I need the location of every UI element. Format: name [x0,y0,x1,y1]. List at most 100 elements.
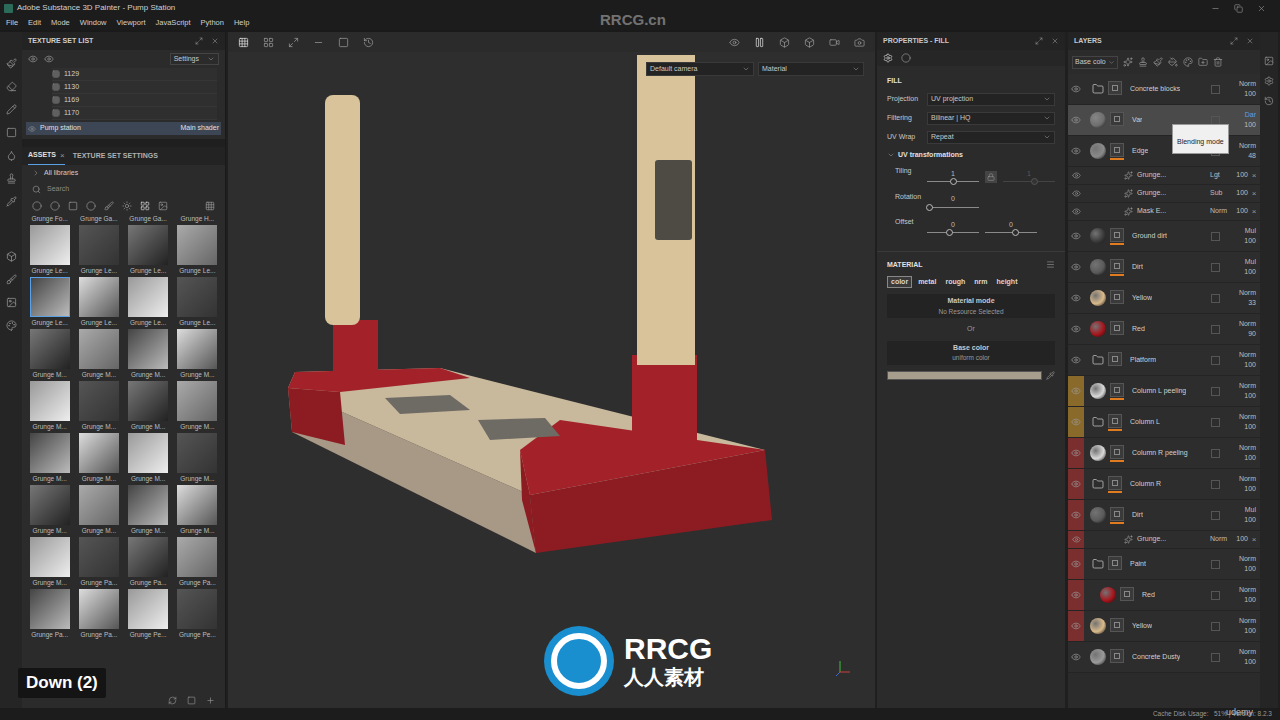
close-icon[interactable] [211,37,219,45]
mask-thumbnail[interactable] [1110,143,1124,157]
asset-item[interactable]: Grunge M... [127,433,170,485]
split-icon[interactable] [263,37,274,48]
hide-icon[interactable] [729,37,740,48]
layer-folder[interactable]: Concrete blocksNorm100 [1068,74,1260,105]
frame-icon[interactable] [338,37,349,48]
layer-folder[interactable]: PaintNorm100 [1068,549,1260,580]
chevron-icon[interactable] [207,55,215,63]
mask-thumbnail[interactable] [1110,228,1124,242]
folder-icon[interactable] [1092,354,1104,366]
delete-icon[interactable] [1213,57,1223,67]
search-icon[interactable] [32,185,41,194]
mask-thumbnail[interactable] [1108,352,1122,366]
paint-layer-icon[interactable] [1153,57,1163,67]
fill-layer-icon[interactable] [1168,57,1178,67]
texture-set-icon[interactable] [1264,56,1274,66]
asset-item[interactable]: Grunge Pe... [127,589,170,641]
layer-row[interactable]: YellowNorm33 [1068,283,1260,314]
particle-filter-icon[interactable] [122,201,132,211]
filter-icon[interactable] [86,201,96,211]
menu-item[interactable]: Mode [51,17,70,28]
eye-icon[interactable] [1072,171,1081,180]
smudge-icon[interactable] [6,150,17,161]
asset-item[interactable]: Grunge M... [127,381,170,433]
layer-row[interactable]: DirtMul100 [1068,500,1260,531]
eye-icon[interactable] [1071,355,1081,365]
layer-row[interactable]: RedNorm90 [1068,314,1260,345]
video-icon[interactable] [829,37,840,48]
eye-icon[interactable] [1071,262,1081,272]
property-field[interactable]: ProjectionUV projection [887,93,1055,106]
grid-view-icon[interactable] [205,201,215,211]
asset-item[interactable]: Grunge Pa... [28,589,71,641]
symmetry-icon[interactable] [288,37,299,48]
settings-dropdown[interactable]: Settings [170,53,219,65]
camera-icon[interactable] [854,37,865,48]
mask-thumbnail[interactable] [1110,383,1124,397]
asset-item[interactable]: Grunge M... [176,485,219,537]
eye-icon[interactable] [1071,84,1081,94]
search-field[interactable]: Search [22,181,225,197]
collapse-icon[interactable] [887,151,895,159]
layer-row[interactable]: EdgeNorm48 [1068,136,1260,167]
view-cube-icon[interactable] [779,37,790,48]
eraser-icon[interactable] [6,81,17,92]
clone-icon[interactable] [6,173,17,184]
shader-icon[interactable] [6,320,17,331]
pause-icon[interactable] [754,37,765,48]
asset-item[interactable]: Grunge Le... [28,277,71,329]
environment-filter-icon[interactable] [158,201,168,211]
layer-folder[interactable]: PlatformNorm100 [1068,345,1260,376]
eye-icon[interactable] [1071,559,1081,569]
mask-thumbnail[interactable] [1108,81,1122,95]
menu-item[interactable]: File [6,17,18,28]
asset-item[interactable]: Grunge M... [77,485,120,537]
effect-icon[interactable] [1124,207,1133,216]
property-field[interactable]: UV WrapRepeat [887,131,1055,144]
slider[interactable]: 0 [927,220,979,237]
material-filter-icon[interactable] [32,201,42,211]
menu-item[interactable]: Python [201,17,224,28]
texture-filter-icon[interactable] [140,201,150,211]
mask-thumbnail[interactable] [1108,556,1122,570]
folder-add-icon[interactable] [1198,57,1208,67]
eye-icon[interactable] [1072,207,1081,216]
layer-folder[interactable]: Column RNorm100 [1068,469,1260,500]
menu-item[interactable]: Help [234,17,249,28]
chevron-icon[interactable] [1043,95,1051,103]
menu-icon[interactable] [1046,260,1055,269]
tab[interactable]: TEXTURE SET SETTINGS [73,147,158,165]
menu-item[interactable]: Window [80,17,107,28]
layer-row[interactable]: Column R peelingNorm100 [1068,438,1260,469]
eyedropper-icon[interactable] [1046,371,1055,380]
asset-item[interactable]: Grunge M... [127,485,170,537]
close-icon[interactable] [1257,4,1266,13]
mask-thumbnail[interactable] [1110,290,1124,304]
channel-button[interactable]: nrm [971,276,990,288]
asset-item[interactable]: Grunge M... [176,329,219,381]
visibility-icon[interactable] [28,54,38,64]
asset-item[interactable]: Grunge Le... [127,225,170,277]
property-field[interactable]: FilteringBilinear | HQ [887,112,1055,125]
slider[interactable]: 0 [985,220,1037,237]
expand-icon[interactable] [32,169,40,177]
effect-icon[interactable] [1124,189,1133,198]
effect-row[interactable]: Grunge...Lgt100× [1068,167,1260,185]
smart-material-filter-icon[interactable] [50,201,60,211]
asset-item[interactable]: Grunge M... [28,433,71,485]
effect-row[interactable]: Grunge...Norm100× [1068,531,1260,549]
chevron-icon[interactable] [1108,59,1115,66]
mask-thumbnail[interactable] [1108,414,1122,428]
paint-brush-icon[interactable] [6,58,17,69]
settings-icon[interactable] [1264,76,1274,86]
mask-filter-icon[interactable] [68,201,78,211]
asset-item[interactable]: Grunge M... [28,329,71,381]
asset-item[interactable]: Grunge M... [127,329,170,381]
brush-settings-icon[interactable] [6,274,17,285]
eye-icon[interactable] [1071,479,1081,489]
texture-set-active[interactable]: Pump stationMain shader [26,122,221,135]
maximize-icon[interactable] [195,37,203,45]
asset-item[interactable]: Grunge Le... [176,225,219,277]
layer-row[interactable]: Concrete DustyNorm100 [1068,642,1260,673]
brush-filter-icon[interactable] [104,201,114,211]
